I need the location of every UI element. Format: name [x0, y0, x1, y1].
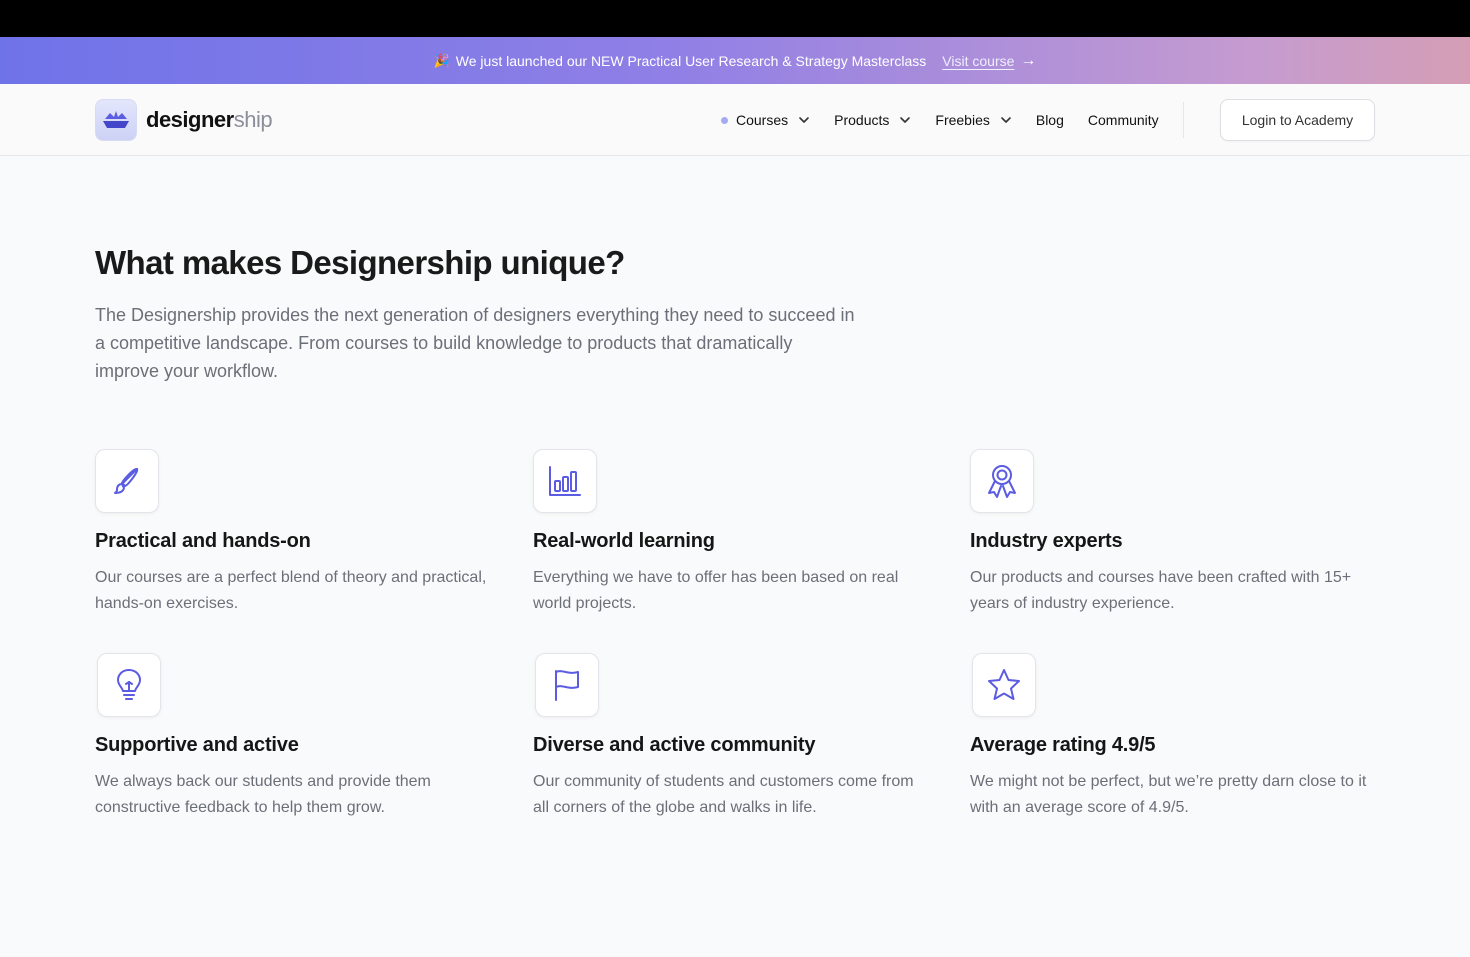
logo[interactable]: designership — [95, 99, 273, 141]
nav-divider — [1182, 102, 1184, 138]
chevron-down-icon — [799, 117, 809, 123]
active-dot-icon — [721, 116, 728, 124]
announcement-text: We just launched our NEW Practical User … — [455, 52, 927, 69]
feature-text: Our products and courses have been craft… — [970, 569, 1352, 612]
star-icon — [972, 653, 1036, 717]
logo-wordmark-light: ship — [233, 107, 273, 132]
feature-title: Practical and hands-on — [95, 530, 311, 552]
visit-course-link[interactable]: Visit course — [942, 53, 1014, 69]
announcement-banner: 🎉 We just launched our NEW Practical Use… — [0, 37, 1470, 84]
login-button[interactable]: Login to Academy — [1220, 99, 1375, 141]
nav-item-freebies[interactable]: Freebies — [935, 112, 1011, 128]
nav-item-label: Products — [834, 112, 890, 128]
main-navigation: designership Courses Products Freebies B… — [0, 84, 1470, 156]
nav-item-label: Community — [1087, 112, 1159, 128]
feature-text: Our courses are a perfect blend of theor… — [95, 569, 487, 612]
logo-wordmark-bold: designer — [146, 107, 234, 132]
feature-card: Real-world learning Everything we have t… — [533, 449, 933, 617]
nav-item-products[interactable]: Products — [834, 112, 911, 128]
nav-item-blog[interactable]: Blog — [1036, 112, 1064, 128]
feature-text: Everything we have to offer has been bas… — [533, 569, 899, 612]
feature-card: Industry experts Our products and course… — [970, 449, 1370, 617]
party-emoji-icon: 🎉 — [433, 52, 450, 68]
nav-item-label: Courses — [736, 112, 789, 128]
feature-card: Supportive and active We always back our… — [95, 653, 495, 821]
feature-text: Our community of students and customers … — [533, 773, 914, 816]
feature-card: Average rating 4.9/5 We might not be per… — [970, 653, 1370, 821]
page-title: What makes Designership unique? — [95, 244, 625, 281]
feature-card: Practical and hands-on Our courses are a… — [95, 449, 495, 617]
feature-title: Industry experts — [970, 530, 1123, 552]
chevron-down-icon — [1001, 117, 1011, 123]
nav-item-courses[interactable]: Courses — [721, 112, 810, 128]
feature-title: Diverse and active community — [533, 734, 816, 756]
feature-title: Real-world learning — [533, 530, 715, 552]
nav-menu: Courses Products Freebies Blog Community — [721, 84, 1196, 156]
logo-wordmark: designership — [146, 107, 273, 133]
chevron-down-icon — [900, 117, 911, 123]
nav-item-label: Freebies — [935, 112, 990, 128]
paintbrush-icon — [95, 449, 159, 513]
feature-text: We always back our students and provide … — [95, 773, 431, 816]
browser-top-bar — [0, 0, 1470, 37]
flag-icon — [535, 653, 599, 717]
nav-item-label: Blog — [1035, 112, 1064, 128]
arrow-right-icon[interactable]: → — [1020, 52, 1036, 70]
logo-boat-icon — [95, 99, 137, 141]
feature-title: Average rating 4.9/5 — [970, 734, 1156, 756]
feature-text: We might not be perfect, but we’re prett… — [970, 773, 1367, 816]
award-ribbon-icon — [970, 449, 1034, 513]
lightbulb-icon — [97, 653, 161, 717]
feature-title: Supportive and active — [95, 734, 299, 756]
intro-paragraph: The Designership provides the next gener… — [95, 305, 855, 381]
bar-chart-icon — [533, 449, 597, 513]
nav-item-community[interactable]: Community — [1088, 112, 1159, 128]
feature-card: Diverse and active community Our communi… — [533, 653, 933, 821]
